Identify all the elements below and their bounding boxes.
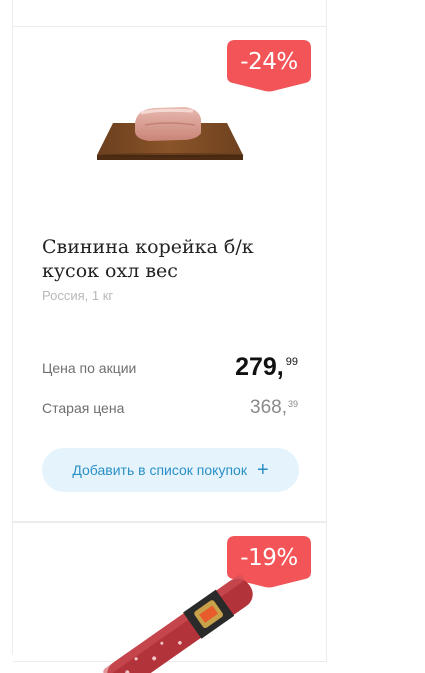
- promo-price-main: 279,: [235, 353, 284, 381]
- pork-loin-image: [97, 107, 244, 160]
- product-card[interactable]: -24% Свинина корейка б/к кусок охл вес Р…: [13, 26, 327, 522]
- discount-badge: -24%: [227, 40, 311, 93]
- promo-price-label: Цена по акции: [42, 360, 137, 376]
- plus-icon: +: [256, 459, 269, 481]
- old-price-main: 368,: [250, 397, 287, 418]
- old-price-cents: 39: [287, 399, 298, 409]
- add-to-shopping-list-button[interactable]: Добавить в список покупок +: [42, 448, 299, 492]
- sausage-image: [103, 574, 253, 673]
- old-price: 368, 39: [250, 397, 298, 419]
- promo-price: 279, 99: [235, 353, 298, 382]
- product-card[interactable]: -19%: [13, 522, 327, 673]
- old-price-label: Старая цена: [42, 400, 125, 416]
- discount-text: -19%: [240, 545, 298, 571]
- add-to-list-label: Добавить в список покупок: [72, 462, 247, 478]
- product-origin-weight: Россия, 1 кг: [42, 288, 114, 303]
- previous-card-bottom: [13, 0, 327, 26]
- product-title[interactable]: Свинина корейка б/к кусок охл вес: [42, 235, 312, 283]
- discount-text: -24%: [240, 49, 298, 75]
- promo-price-cents: 99: [285, 356, 298, 368]
